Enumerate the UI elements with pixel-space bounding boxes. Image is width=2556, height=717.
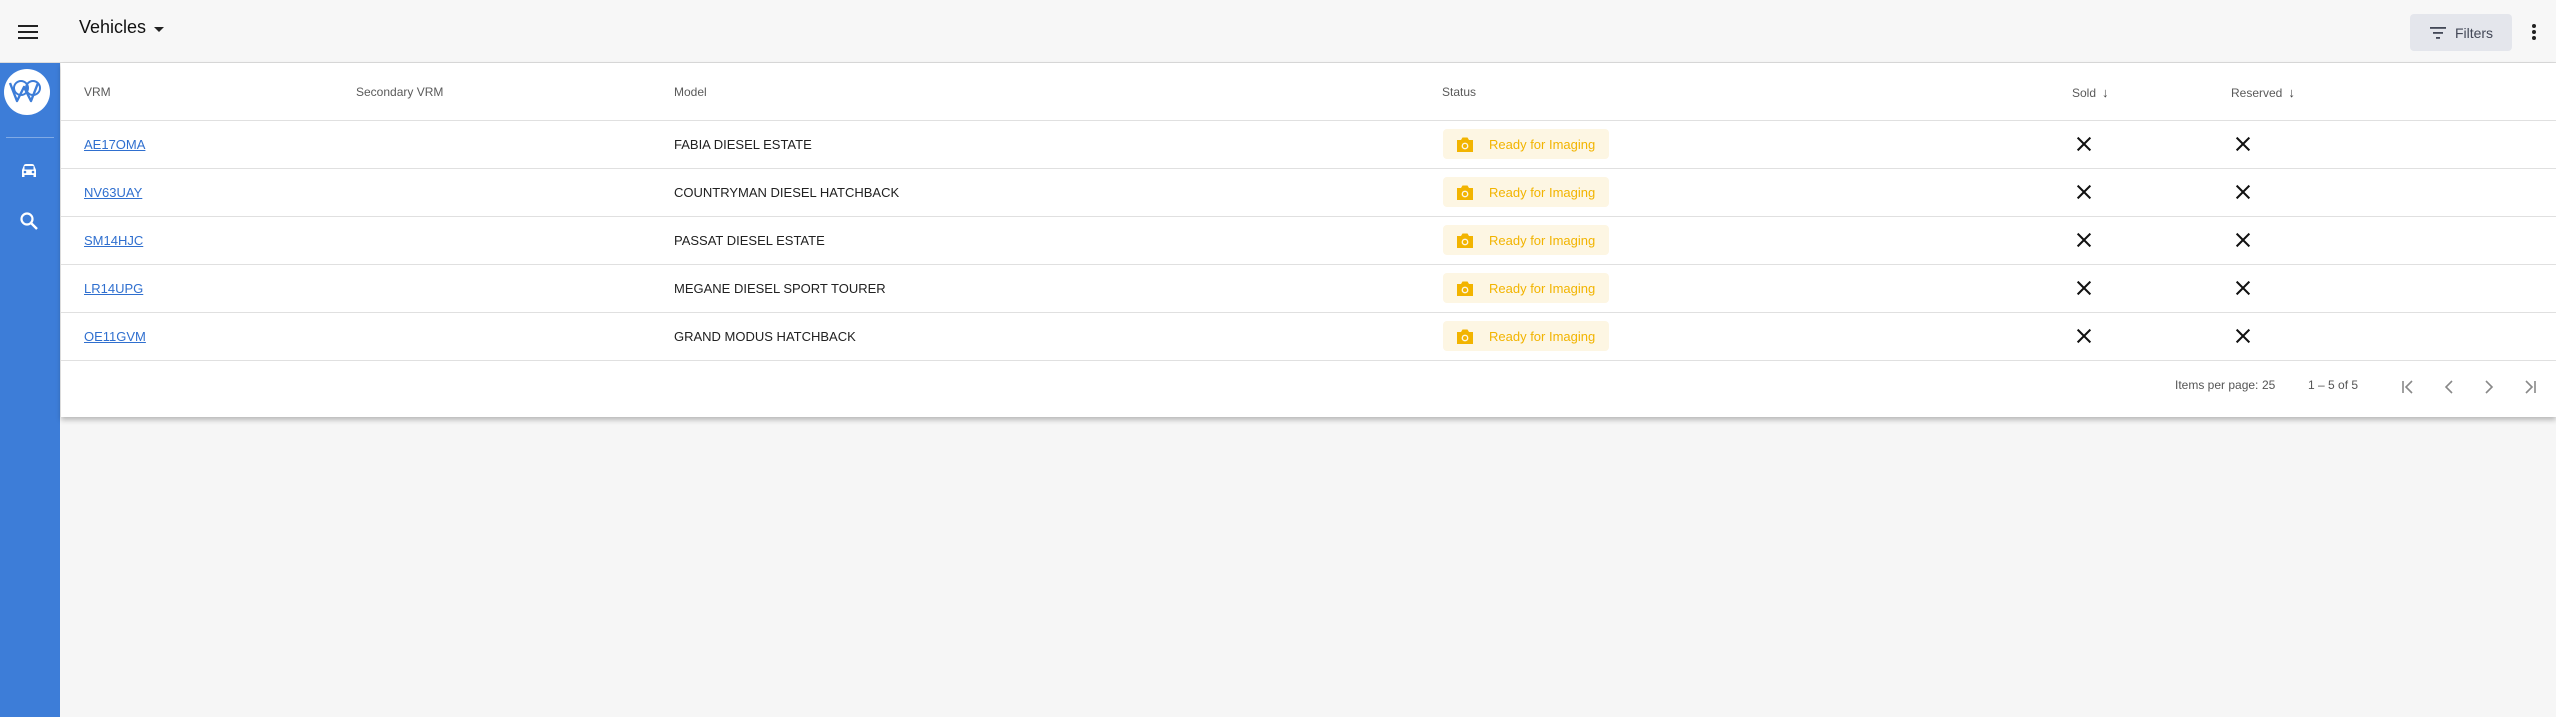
- status-badge[interactable]: Ready for Imaging: [1443, 177, 1610, 207]
- status-badge[interactable]: Ready for Imaging: [1443, 321, 1610, 351]
- sort-arrow-down-icon: ↓: [2102, 85, 2109, 100]
- model-cell: FABIA DIESEL ESTATE: [674, 136, 812, 152]
- status-badge[interactable]: Ready for Imaging: [1443, 225, 1610, 255]
- close-icon: [2076, 280, 2092, 296]
- model-cell: PASSAT DIESEL ESTATE: [674, 232, 825, 248]
- model-cell: GRAND MODUS HATCHBACK: [674, 328, 856, 344]
- close-icon: [2235, 232, 2251, 248]
- caret-down-icon: [154, 26, 165, 32]
- status-badge[interactable]: Ready for Imaging: [1443, 273, 1610, 303]
- sidebar-item-search[interactable]: [17, 209, 41, 233]
- camera-icon: [1457, 185, 1473, 200]
- logo: [4, 69, 50, 115]
- close-icon: [2235, 184, 2251, 200]
- sidebar: [0, 63, 60, 717]
- table-row[interactable]: LR14UPG MEGANE DIESEL SPORT TOURER Ready…: [61, 264, 2556, 313]
- close-icon: [2235, 328, 2251, 344]
- vrm-link[interactable]: LR14UPG: [84, 281, 143, 296]
- column-header-reserved-label: Reserved: [2231, 85, 2283, 100]
- previous-page-button[interactable]: [2435, 373, 2463, 401]
- close-icon: [2235, 136, 2251, 152]
- column-header-model[interactable]: Model: [674, 85, 707, 99]
- table-row[interactable]: SM14HJC PASSAT DIESEL ESTATE Ready for I…: [61, 216, 2556, 265]
- sidebar-item-vehicles[interactable]: [17, 159, 41, 183]
- table-row[interactable]: OE11GVM GRAND MODUS HATCHBACK Ready for …: [61, 312, 2556, 361]
- more-options-icon[interactable]: [2526, 18, 2542, 46]
- filter-icon: [2429, 26, 2446, 39]
- vehicles-table: VRM Secondary VRM Model Status Sold ↓ Re…: [61, 63, 2556, 417]
- camera-icon: [1457, 233, 1473, 248]
- status-label: Ready for Imaging: [1489, 232, 1596, 248]
- close-icon: [2076, 328, 2092, 344]
- first-page-button[interactable]: [2395, 373, 2423, 401]
- sidebar-divider: [6, 137, 54, 138]
- items-per-page-select[interactable]: 25: [2262, 378, 2275, 392]
- last-page-button[interactable]: [2515, 373, 2543, 401]
- camera-icon: [1457, 137, 1473, 152]
- vrm-link[interactable]: NV63UAY: [84, 185, 142, 200]
- close-icon: [2076, 184, 2092, 200]
- model-cell: MEGANE DIESEL SPORT TOURER: [674, 280, 886, 296]
- close-icon: [2076, 136, 2092, 152]
- menu-icon[interactable]: [14, 18, 42, 46]
- car-icon: [22, 164, 36, 177]
- table-row[interactable]: NV63UAY COUNTRYMAN DIESEL HATCHBACK Read…: [61, 168, 2556, 217]
- chevron-right-icon: [2485, 380, 2494, 394]
- close-icon: [2076, 232, 2092, 248]
- close-icon: [2235, 280, 2251, 296]
- column-header-vrm[interactable]: VRM: [84, 85, 111, 99]
- camera-icon: [1457, 329, 1473, 344]
- model-cell: COUNTRYMAN DIESEL HATCHBACK: [674, 184, 900, 200]
- column-header-sold[interactable]: Sold ↓: [2072, 85, 2109, 100]
- items-per-page-label: Items per page:: [2175, 378, 2259, 392]
- last-page-icon: [2525, 380, 2536, 394]
- sort-arrow-down-icon: ↓: [2288, 85, 2295, 100]
- vrm-link[interactable]: AE17OMA: [84, 137, 145, 152]
- column-header-secondary-vrm[interactable]: Secondary VRM: [356, 85, 443, 99]
- column-header-status[interactable]: Status: [1442, 85, 1476, 99]
- column-header-reserved[interactable]: Reserved ↓: [2231, 85, 2295, 100]
- first-page-icon: [2402, 380, 2413, 394]
- table-header: VRM Secondary VRM Model Status Sold ↓ Re…: [61, 63, 2556, 121]
- page-title-dropdown[interactable]: Vehicles: [79, 17, 165, 38]
- camera-icon: [1457, 281, 1473, 296]
- page-range-label: 1 – 5 of 5: [2308, 378, 2359, 392]
- vrm-link[interactable]: OE11GVM: [84, 329, 146, 344]
- status-label: Ready for Imaging: [1489, 280, 1596, 296]
- chevron-left-icon: [2444, 380, 2453, 394]
- page-title: Vehicles: [79, 17, 147, 37]
- search-icon: [20, 212, 38, 230]
- status-label: Ready for Imaging: [1489, 184, 1596, 200]
- vrm-link[interactable]: SM14HJC: [84, 233, 143, 248]
- filters-label: Filters: [2454, 24, 2494, 41]
- top-toolbar: Vehicles Filters: [0, 0, 2556, 63]
- next-page-button[interactable]: [2475, 373, 2503, 401]
- column-header-sold-label: Sold: [2072, 85, 2097, 100]
- filters-button[interactable]: Filters: [2410, 14, 2512, 51]
- status-badge[interactable]: Ready for Imaging: [1443, 129, 1610, 159]
- table-row[interactable]: AE17OMA FABIA DIESEL ESTATE Ready for Im…: [61, 120, 2556, 169]
- paginator: Items per page: 25 1 – 5 of 5: [61, 358, 2556, 416]
- logo-icon: [8, 80, 41, 103]
- status-label: Ready for Imaging: [1489, 136, 1596, 152]
- status-label: Ready for Imaging: [1489, 328, 1596, 344]
